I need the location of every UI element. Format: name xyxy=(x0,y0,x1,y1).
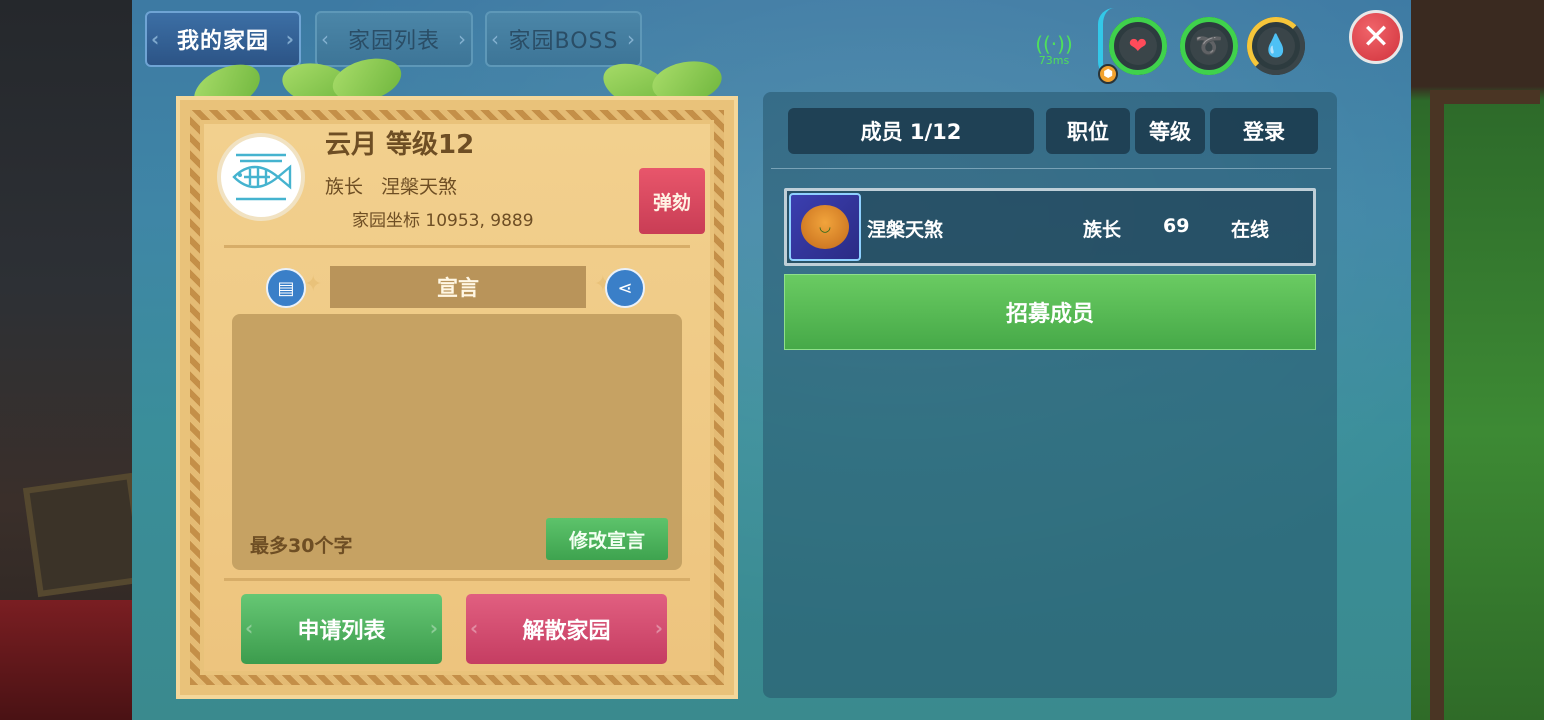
leader-line: 族长 涅槃天煞 xyxy=(325,172,457,199)
wifi-icon: ((·)) xyxy=(1035,32,1073,56)
share-icon: ⋖ xyxy=(617,277,633,299)
impeach-button[interactable]: 弹劾 xyxy=(639,168,705,234)
chevron-left-icon: ‹ xyxy=(470,616,479,640)
shield-icon: ⬢ xyxy=(1098,64,1118,84)
home-info-card: 云月 等级12 族长 涅槃天煞 家园坐标 10953, 9889 弹劾 ▤ ✦ 宣… xyxy=(176,96,738,699)
home-name-level: 云月 等级12 xyxy=(325,130,475,160)
divider xyxy=(224,245,690,248)
chevron-left-icon: ‹ xyxy=(321,27,330,51)
network-signal: ((·)) 73ms xyxy=(1032,34,1076,74)
home-coordinates: 家园坐标 10953, 9889 xyxy=(352,206,534,231)
close-icon: ✕ xyxy=(1361,17,1391,57)
ornament-icon: ✦ xyxy=(304,272,323,297)
chevron-left-icon: ‹ xyxy=(151,27,161,51)
member-status: 在线 xyxy=(1231,219,1270,241)
hunger-gauge[interactable]: ➰ xyxy=(1180,17,1238,75)
member-level: 69 xyxy=(1163,215,1190,237)
fish-icon xyxy=(232,153,292,201)
apply-list-button[interactable]: ‹ 申请列表 › xyxy=(241,594,442,664)
disband-home-button[interactable]: ‹ 解散家园 › xyxy=(466,594,667,664)
tab-home-boss[interactable]: ‹ 家园BOSS › xyxy=(485,11,642,67)
declaration-header: ✦ 宣言 ✦ xyxy=(304,266,612,308)
thirst-gauge[interactable]: 💧 xyxy=(1247,17,1305,75)
leader-name: 涅槃天煞 xyxy=(381,176,458,198)
tab-label: 我的家园 xyxy=(176,29,269,54)
tab-label: 家园列表 xyxy=(347,29,440,54)
declaration-title: 宣言 xyxy=(437,276,479,300)
header-role[interactable]: 职位 xyxy=(1046,108,1130,154)
chevron-right-icon: › xyxy=(285,27,295,51)
gauge-ring xyxy=(1109,17,1167,75)
header-member-count[interactable]: 成员 1/12 xyxy=(788,108,1034,154)
gauge-ring xyxy=(1180,17,1238,75)
disband-label: 解散家园 xyxy=(522,619,611,644)
chevron-right-icon: › xyxy=(458,27,467,51)
background-right xyxy=(1405,0,1544,720)
pumpkin-avatar-icon: ◡ xyxy=(801,205,849,249)
clipboard-icon: ▤ xyxy=(277,277,295,299)
recruit-member-button[interactable]: 招募成员 xyxy=(784,274,1316,350)
header-level[interactable]: 等级 xyxy=(1135,108,1205,154)
member-row[interactable]: ◡ 涅槃天煞 族长 69 在线 xyxy=(784,188,1316,266)
avatar: ◡ xyxy=(789,193,861,261)
tab-home-list[interactable]: ‹ 家园列表 › xyxy=(315,11,473,67)
declaration-hint: 最多30个字 xyxy=(250,535,353,557)
home-panel: ‹ 我的家园 › ‹ 家园列表 › ‹ 家园BOSS › ((·)) 73ms … xyxy=(132,0,1411,720)
home-emblem xyxy=(217,133,305,221)
health-gauge[interactable]: ❤ xyxy=(1109,17,1167,75)
header-login[interactable]: 登录 xyxy=(1210,108,1318,154)
tab-my-home[interactable]: ‹ 我的家园 › xyxy=(145,11,301,67)
background-left xyxy=(0,0,148,720)
background-frame xyxy=(1430,90,1540,720)
apply-list-label: 申请列表 xyxy=(297,619,386,644)
member-name: 涅槃天煞 xyxy=(867,219,944,241)
background-tile xyxy=(22,472,148,598)
chevron-left-icon: ‹ xyxy=(491,27,500,51)
member-panel: 成员 1/12 职位 等级 登录 ◡ 涅槃天煞 族长 69 在线 招募成员 xyxy=(763,92,1337,698)
coords-label: 家园坐标 xyxy=(352,211,420,231)
member-role: 族长 xyxy=(1083,219,1122,241)
tab-label: 家园BOSS xyxy=(508,29,619,54)
chevron-right-icon: › xyxy=(654,616,663,640)
chevron-left-icon: ‹ xyxy=(245,616,254,640)
divider xyxy=(224,578,690,581)
chevron-right-icon: › xyxy=(627,27,636,51)
gauge-ring xyxy=(1247,17,1305,75)
close-button[interactable]: ✕ xyxy=(1349,10,1403,64)
declaration-textbox[interactable]: 最多30个字 修改宣言 xyxy=(232,314,682,570)
chevron-right-icon: › xyxy=(429,616,438,640)
coords-value: 10953, 9889 xyxy=(425,211,534,231)
leader-label: 族长 xyxy=(325,176,364,198)
background-carpet xyxy=(0,600,140,720)
share-button[interactable]: ⋖ xyxy=(605,268,645,308)
clipboard-button[interactable]: ▤ xyxy=(266,268,306,308)
edit-declaration-button[interactable]: 修改宣言 xyxy=(546,518,668,560)
header-divider xyxy=(771,168,1331,169)
